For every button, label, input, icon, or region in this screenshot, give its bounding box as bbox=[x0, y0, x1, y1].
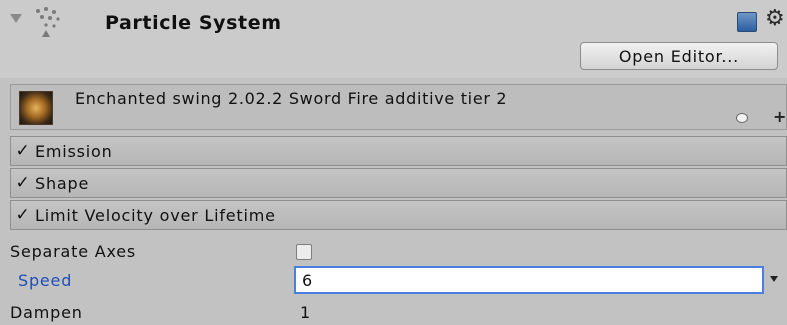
particle-system-name: Enchanted swing 2.02.2 Sword Fire additi… bbox=[75, 89, 508, 108]
module-emission[interactable]: ✓ Emission bbox=[10, 136, 787, 166]
speed-input[interactable] bbox=[294, 266, 764, 294]
particle-system-thumbnail bbox=[19, 91, 53, 125]
dampen-label: Dampen bbox=[10, 303, 83, 322]
component-title: Particle System bbox=[105, 12, 282, 34]
module-label-emission: Emission bbox=[35, 141, 113, 161]
speed-dropdown-arrow-icon[interactable] bbox=[770, 276, 778, 282]
gear-icon[interactable]: ⚙ bbox=[765, 8, 785, 30]
emission-check-icon[interactable]: ✓ bbox=[13, 141, 33, 161]
separate-axes-checkbox[interactable] bbox=[296, 244, 312, 260]
particle-system-row[interactable]: Enchanted swing 2.02.2 Sword Fire additi… bbox=[10, 84, 787, 130]
module-label-limit-velocity: Limit Velocity over Lifetime bbox=[35, 205, 276, 225]
info-icon[interactable] bbox=[736, 113, 748, 123]
foldout-triangle-down-icon[interactable] bbox=[10, 14, 22, 23]
open-editor-button[interactable]: Open Editor... bbox=[580, 42, 778, 70]
speed-label: Speed bbox=[18, 271, 73, 290]
module-limit-velocity[interactable]: ✓ Limit Velocity over Lifetime bbox=[10, 200, 787, 230]
add-module-plus-icon[interactable]: + bbox=[773, 107, 786, 126]
dampen-value[interactable]: 1 bbox=[300, 303, 310, 322]
module-label-shape: Shape bbox=[35, 173, 90, 193]
shape-check-icon[interactable]: ✓ bbox=[13, 173, 33, 193]
particle-system-icon bbox=[36, 7, 60, 37]
help-book-icon[interactable] bbox=[737, 12, 757, 32]
module-shape[interactable]: ✓ Shape bbox=[10, 168, 787, 198]
component-header: Particle System ⚙ Open Editor... bbox=[0, 0, 787, 78]
limit-velocity-check-icon[interactable]: ✓ bbox=[13, 205, 33, 225]
separate-axes-label: Separate Axes bbox=[10, 242, 137, 261]
